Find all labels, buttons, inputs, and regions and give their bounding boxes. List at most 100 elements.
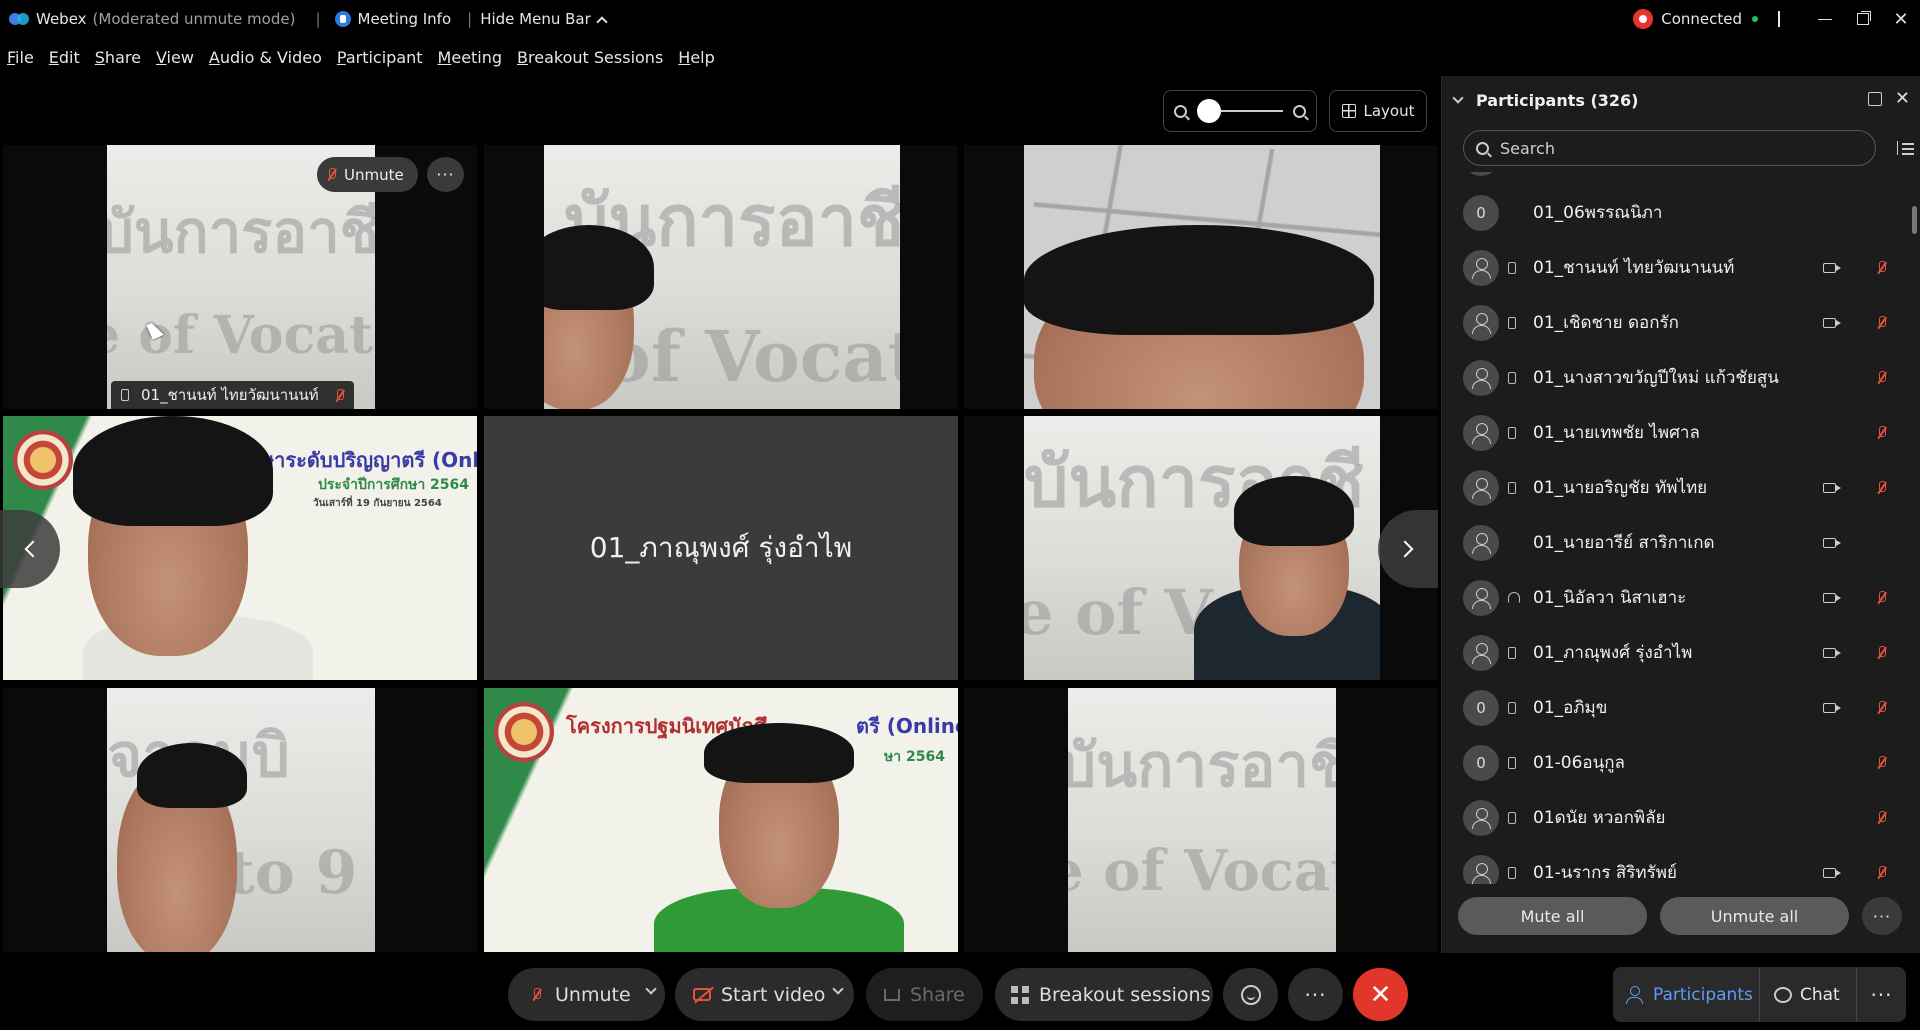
participant-name: 01_นิอัลวา นิสาเฮาะ (1533, 588, 1687, 608)
layout-button[interactable]: Layout (1329, 90, 1427, 132)
participant-row[interactable]: 01_06 ...mmarat (1442, 172, 1912, 185)
participant-search[interactable] (1463, 130, 1876, 166)
participant-row[interactable]: 0 01-06อนุกูล (1442, 735, 1912, 790)
participants-toggle-button[interactable]: Participants (1613, 967, 1759, 1022)
mic-muted-icon (532, 988, 541, 1001)
menu-view[interactable]: View (156, 48, 194, 67)
banner-text: ตรี (Online) (856, 714, 958, 738)
tile-unmute-label: Unmute (344, 165, 404, 184)
menu-participant[interactable]: Participant (337, 48, 423, 67)
hide-menu-bar-button[interactable]: Hide Menu Bar (480, 10, 608, 28)
participant-row[interactable]: 0 01_06พรรณนิภา (1442, 185, 1912, 240)
pop-out-icon[interactable] (1868, 92, 1882, 106)
zoom-out-icon[interactable] (1174, 104, 1187, 118)
background-wall-lettering: บันการอาชี (107, 198, 375, 266)
zoom-slider[interactable] (1197, 99, 1283, 123)
meeting-info-button[interactable]: Meeting Info (334, 10, 451, 28)
menu-breakout-sessions[interactable]: Breakout Sessions (517, 48, 663, 67)
video-tile[interactable]: บันการอาชี e of Vocat (964, 688, 1438, 952)
menu-audio-video[interactable]: Audio & Video (209, 48, 322, 67)
menu-help[interactable]: Help (678, 48, 714, 67)
tile-unmute-button[interactable]: Unmute (317, 157, 418, 192)
minimize-button[interactable] (1806, 0, 1844, 38)
video-tile[interactable]: บันการอาชี e of Vocat Unmute ··· 01_ชานน… (3, 145, 477, 409)
video-tile[interactable]: โครงการปฐมนิเทศนักศึ ตรี (Online) ษา 256… (484, 688, 958, 952)
participant-row[interactable]: 01_นายอริญชัย ทัพไทย (1442, 460, 1912, 515)
mic-muted-icon[interactable] (1877, 261, 1886, 274)
participant-row[interactable]: 01_นางสาวขวัญปีใหม่ แก้วชัยสูน (1442, 350, 1912, 405)
unmute-all-button[interactable]: Unmute all (1660, 897, 1849, 935)
tile-more-button[interactable]: ··· (427, 157, 464, 192)
unmute-button[interactable]: Unmute (508, 968, 665, 1021)
mic-muted-icon (335, 388, 344, 402)
chat-button[interactable]: Chat (1759, 967, 1856, 1022)
participant-list-scrollbar[interactable] (1912, 206, 1917, 234)
video-tile[interactable] (964, 145, 1438, 409)
close-window-button[interactable]: ✕ (1882, 0, 1920, 38)
share-button[interactable]: Share (866, 968, 983, 1021)
avatar-icon (1463, 172, 1499, 176)
background-wall-lettering: e of Vocat (107, 305, 373, 366)
video-tile-no-video[interactable]: 01_ภาณุพงศ์ รุ่งอำไพ (484, 416, 958, 680)
participant-row[interactable]: 01_ชานนท์ ไทยวัฒนานนท์ (1442, 240, 1912, 295)
participant-name: 01_อภิมุข (1533, 698, 1608, 718)
avatar-icon (1463, 854, 1499, 884)
zoom-in-icon[interactable] (1293, 104, 1306, 118)
restore-button[interactable] (1844, 0, 1882, 38)
mic-muted-icon[interactable] (1877, 866, 1886, 879)
participant-row[interactable]: 0 01_อภิมุข (1442, 680, 1912, 735)
phone-icon (1508, 426, 1516, 439)
menu-meeting[interactable]: Meeting (438, 48, 503, 67)
participant-row[interactable]: 01_นายอารีย์ สาริกาเกด (1442, 515, 1912, 570)
avatar-icon (1463, 414, 1499, 451)
participant-name: 01_ภาณุพงศ์ รุ่งอำไพ (1533, 643, 1693, 663)
participant-row[interactable]: 01-นรากร สิริทรัพย์ (1442, 845, 1912, 884)
chevron-down-icon[interactable] (832, 983, 844, 995)
participant-row[interactable]: 01_ภาณุพงศ์ รุ่งอำไพ (1442, 625, 1912, 680)
panel-more-options-button[interactable]: ··· (1862, 897, 1902, 935)
mic-muted-icon (327, 168, 336, 181)
mute-all-button[interactable]: Mute all (1458, 897, 1647, 935)
more-options-button[interactable]: ··· (1288, 968, 1343, 1021)
mic-muted-icon[interactable] (1877, 756, 1886, 769)
recording-icon[interactable] (1633, 9, 1654, 29)
menu-edit[interactable]: Edit (49, 48, 80, 67)
participant-row[interactable]: 01_นายเทพชัย ไพศาล (1442, 405, 1912, 460)
mic-muted-icon[interactable] (1877, 646, 1886, 659)
menu-share[interactable]: Share (95, 48, 141, 67)
panels-more-button[interactable]: ··· (1856, 967, 1906, 1022)
zoom-slider-thumb[interactable] (1197, 99, 1221, 123)
mic-muted-icon[interactable] (1877, 481, 1886, 494)
background-wall-lettering: to 9 (227, 838, 358, 908)
mic-muted-icon[interactable] (1877, 811, 1886, 824)
leave-meeting-button[interactable]: ✕ (1353, 968, 1408, 1021)
participant-name: 01_นายอารีย์ สาริกาเกด (1533, 533, 1715, 553)
close-panel-button[interactable]: ✕ (1895, 88, 1910, 109)
mic-muted-icon[interactable] (1877, 371, 1886, 384)
chevron-down-icon[interactable] (1452, 92, 1464, 104)
participant-search-input[interactable] (1500, 138, 1840, 158)
menu-file[interactable]: File (7, 48, 34, 67)
mic-muted-icon[interactable] (1877, 591, 1886, 604)
connection-status[interactable]: Connected (1661, 10, 1742, 28)
mic-muted-icon[interactable] (1877, 316, 1886, 329)
chevron-down-icon[interactable] (645, 983, 657, 995)
sort-icon[interactable] (1897, 141, 1914, 155)
breakout-sessions-label: Breakout sessions (1039, 983, 1211, 1006)
phone-icon (1508, 646, 1516, 659)
participant-row[interactable]: 01ดนัย หวอกพิลัย (1442, 790, 1912, 845)
phone-icon (1508, 371, 1516, 384)
reactions-button[interactable] (1223, 968, 1278, 1021)
breakout-sessions-button[interactable]: Breakout sessions (995, 968, 1213, 1021)
participant-row[interactable]: 01_นิอัลวา นิสาเฮาะ (1442, 570, 1912, 625)
avatar-icon (1463, 469, 1499, 506)
mic-muted-icon[interactable] (1877, 426, 1886, 439)
mic-muted-icon[interactable] (1877, 701, 1886, 714)
video-tile[interactable]: บันการอาชี of Vocat (484, 145, 958, 409)
banner-text: ษาระดับปริญญาตรี (Online) (261, 448, 477, 472)
participant-row[interactable]: 01_เชิดชาย ดอกรัก (1442, 295, 1912, 350)
start-video-button[interactable]: Start video (675, 968, 854, 1021)
video-tile[interactable]: ษาระดับปริญญาตรี (Online) ประจำปีการศึกษ… (3, 416, 477, 680)
video-tile[interactable]: จากมบิ to 9 (3, 688, 477, 952)
video-tile[interactable]: บันการอาชี e of Vocat (964, 416, 1438, 680)
